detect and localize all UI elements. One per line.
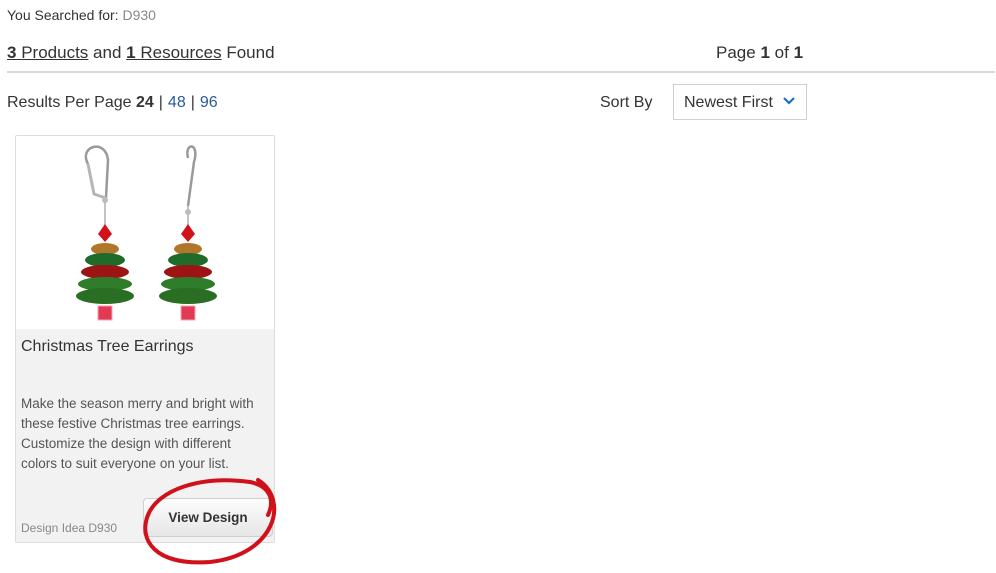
earring-right — [159, 145, 217, 321]
found-text: Found — [226, 43, 275, 62]
sort-by-label: Sort By — [600, 94, 653, 111]
search-term: D930 — [122, 7, 156, 23]
search-summary: You Searched for: D930 — [7, 7, 156, 23]
product-image[interactable] — [16, 136, 274, 329]
results-count: 3 Products and 1 Resources Found — [7, 43, 275, 63]
products-link[interactable]: 3 Products — [7, 43, 88, 62]
product-title[interactable]: Christmas Tree Earrings — [21, 338, 194, 356]
per-page-96-link[interactable]: 96 — [200, 94, 218, 111]
separator: | — [158, 94, 163, 111]
and-text: and — [93, 43, 122, 62]
search-label: You Searched for: — [7, 7, 119, 23]
results-summary-bar: 3 Products and 1 Resources Found Page 1 … — [7, 43, 995, 73]
product-card[interactable]: Christmas Tree Earrings Make the season … — [15, 135, 275, 543]
product-description: Make the season merry and bright with th… — [21, 396, 254, 471]
design-idea-number: Design Idea D930 — [21, 521, 118, 535]
sort-select[interactable]: Newest First — [673, 84, 807, 120]
resources-link[interactable]: 1 Resources — [126, 43, 221, 62]
separator: | — [190, 94, 195, 111]
earrings-image — [76, 145, 217, 321]
page-indicator: Page 1 of 1 — [716, 43, 804, 62]
per-page-label: Results Per Page — [7, 94, 132, 111]
view-design-button[interactable]: View Design — [143, 498, 273, 537]
per-page-48-link[interactable]: 48 — [168, 94, 186, 111]
results-per-page: Results Per Page 24 | 48 | 96 — [7, 94, 218, 112]
chevron-down-icon — [783, 97, 795, 105]
sort-selected-value: Newest First — [684, 94, 773, 111]
earring-left — [76, 145, 134, 321]
per-page-current: 24 — [135, 94, 154, 111]
